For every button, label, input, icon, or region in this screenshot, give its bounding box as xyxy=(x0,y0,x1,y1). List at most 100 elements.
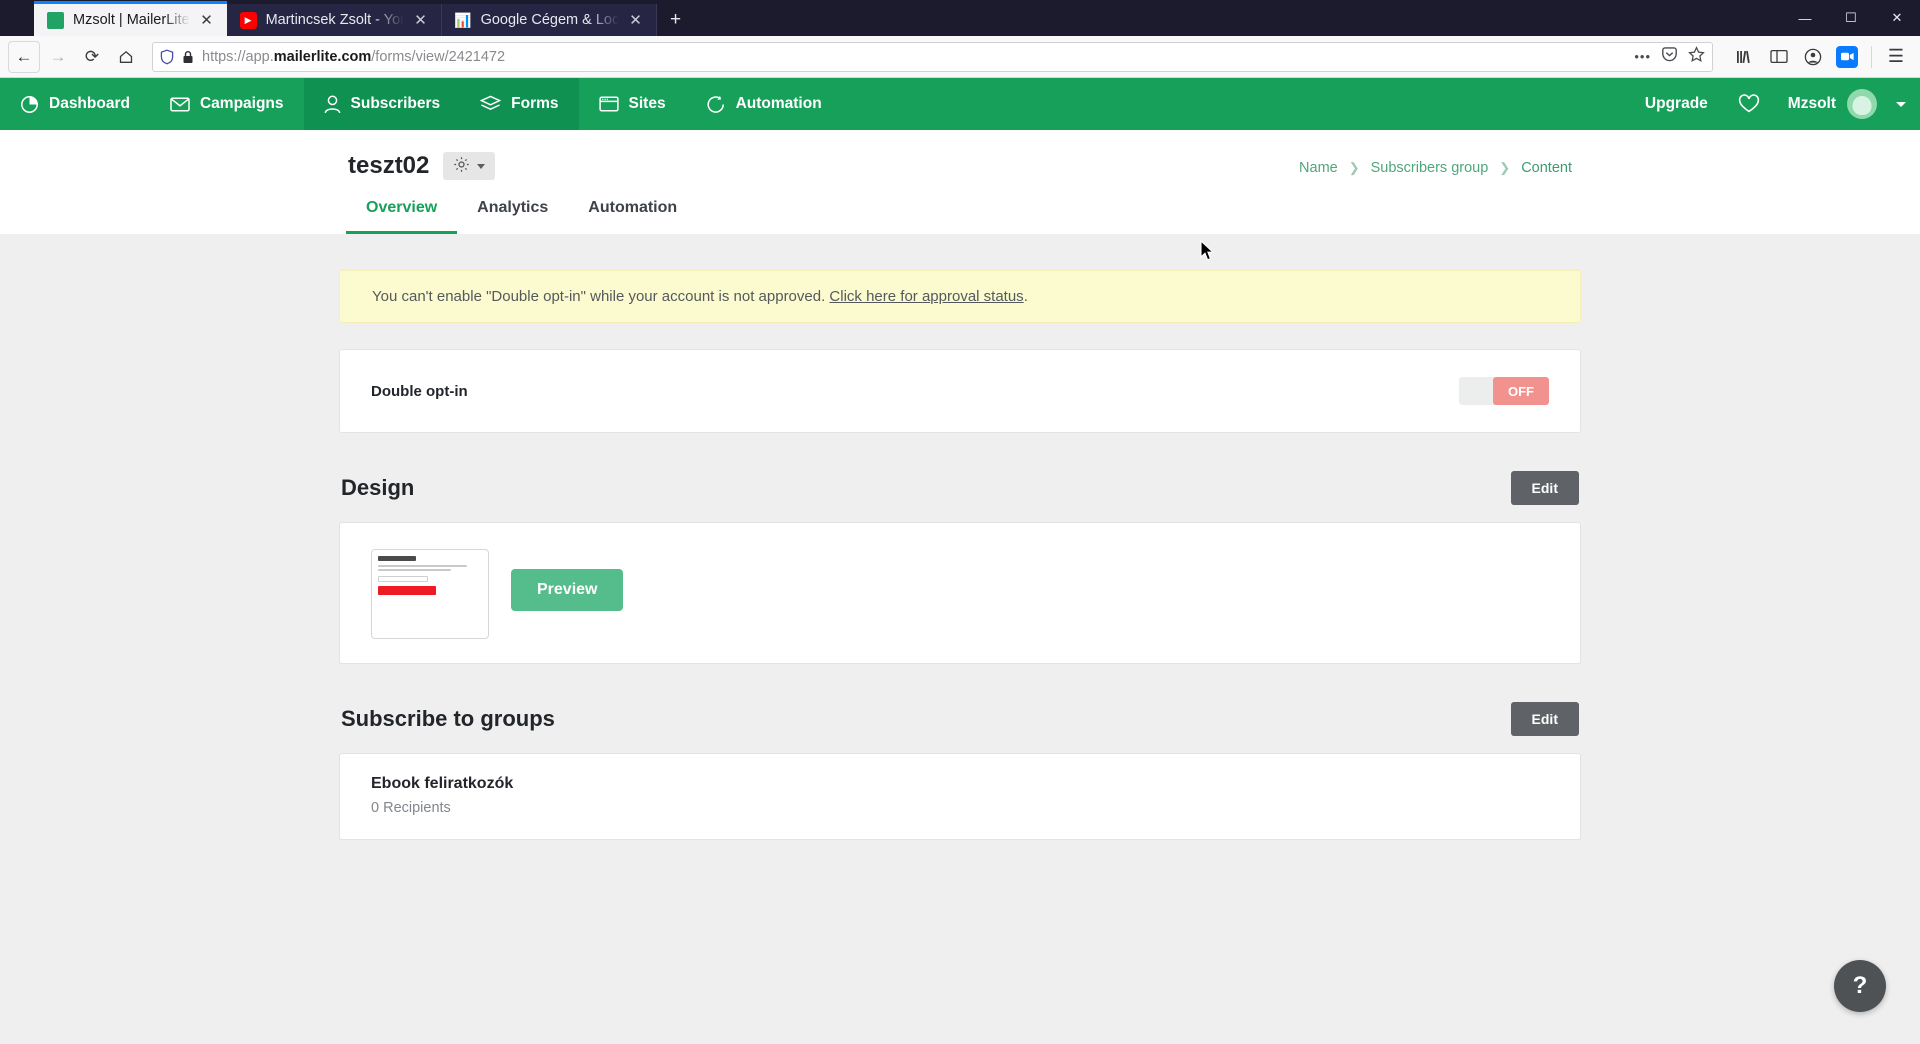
home-icon[interactable] xyxy=(110,41,142,73)
approval-warning-banner: You can't enable "Double opt-in" while y… xyxy=(339,270,1581,323)
form-thumbnail[interactable] xyxy=(371,549,489,639)
browser-tab-2[interactable]: ▶ Martincsek Zsolt - YouTube ✕ xyxy=(226,4,442,36)
nav-item-automation[interactable]: Automation xyxy=(686,78,842,130)
subscribe-groups-edit-button[interactable]: Edit xyxy=(1510,702,1579,736)
tab-automation[interactable]: Automation xyxy=(568,199,697,234)
browser-tab-3[interactable]: 📊 Google Cégem & Local SEO be ✕ xyxy=(441,4,657,36)
browser-titlebar: Mzsolt | MailerLite ✕ ▶ Martincsek Zsolt… xyxy=(0,0,1920,36)
nav-label: Forms xyxy=(511,95,559,112)
maximize-icon[interactable]: ☐ xyxy=(1828,0,1874,36)
nav-item-campaigns[interactable]: Campaigns xyxy=(150,78,304,130)
shield-icon[interactable] xyxy=(160,49,174,65)
nav-label: Sites xyxy=(628,95,666,112)
breadcrumb-item-name[interactable]: Name xyxy=(1299,160,1338,176)
person-icon xyxy=(324,95,341,114)
browser-tab-title: Martincsek Zsolt - YouTube xyxy=(265,12,404,28)
nav-item-subscribers[interactable]: Subscribers xyxy=(303,78,461,130)
url-text: https://app.mailerlite.com/forms/view/24… xyxy=(202,48,506,65)
heart-icon[interactable] xyxy=(1724,94,1774,114)
close-icon[interactable]: ✕ xyxy=(199,12,215,28)
url-bar[interactable]: https://app.mailerlite.com/forms/view/24… xyxy=(152,41,1713,72)
library-icon[interactable] xyxy=(1729,41,1761,73)
main-content: You can't enable "Double opt-in" while y… xyxy=(0,234,1920,840)
nav-label: Dashboard xyxy=(49,95,130,112)
design-section-header: Design Edit xyxy=(339,471,1581,505)
account-icon[interactable] xyxy=(1797,41,1829,73)
double-optin-row: Double opt-in OFF xyxy=(340,350,1580,432)
page-header: teszt02 Name ❯ Subscribers group ❯ Conte… xyxy=(0,130,1920,234)
user-menu[interactable]: Mzsolt xyxy=(1774,89,1906,119)
close-icon[interactable]: ✕ xyxy=(628,12,644,28)
pocket-icon[interactable] xyxy=(1661,46,1678,67)
subscribe-groups-title: Subscribe to groups xyxy=(341,706,555,731)
toolbar-divider xyxy=(1871,45,1872,68)
browser-tabstrip: Mzsolt | MailerLite ✕ ▶ Martincsek Zsolt… xyxy=(0,0,695,36)
thumbnail-cta-button xyxy=(378,586,436,595)
avatar xyxy=(1847,89,1877,119)
breadcrumb: Name ❯ Subscribers group ❯ Content xyxy=(1299,160,1572,176)
design-section-title: Design xyxy=(341,475,415,500)
seo-chart-favicon: 📊 xyxy=(454,11,472,28)
thumbnail-text-line xyxy=(378,569,451,571)
breadcrumb-item-content[interactable]: Content xyxy=(1521,160,1572,176)
group-name: Ebook feliratkozók xyxy=(371,775,514,792)
page-title: teszt02 xyxy=(348,152,430,179)
nav-label: Campaigns xyxy=(199,95,284,112)
lock-icon[interactable] xyxy=(182,50,194,64)
upgrade-button[interactable]: Upgrade xyxy=(1629,95,1724,113)
star-icon[interactable] xyxy=(1688,46,1705,67)
user-name: Mzsolt xyxy=(1787,95,1836,112)
preview-button[interactable]: Preview xyxy=(511,569,624,611)
layers-icon xyxy=(480,95,502,114)
double-optin-card: Double opt-in OFF xyxy=(339,349,1581,433)
browser-tab-1[interactable]: Mzsolt | MailerLite ✕ xyxy=(34,1,227,36)
nav-item-sites[interactable]: Sites xyxy=(579,78,686,130)
gear-icon xyxy=(453,156,470,176)
chevron-right-icon: ❯ xyxy=(1499,160,1511,175)
sidebar-icon[interactable] xyxy=(1763,41,1795,73)
group-card: Ebook feliratkozók 0 Recipients xyxy=(339,753,1581,840)
double-optin-toggle[interactable]: OFF xyxy=(1459,377,1549,405)
browser-toolbar-extras: ☰ xyxy=(1723,41,1912,73)
design-edit-button[interactable]: Edit xyxy=(1510,471,1579,505)
reload-icon[interactable]: ⟳ xyxy=(76,41,108,73)
nav-label: Automation xyxy=(735,95,822,112)
tab-analytics[interactable]: Analytics xyxy=(457,199,568,234)
back-icon[interactable]: ← xyxy=(8,40,40,73)
youtube-favicon: ▶ xyxy=(239,11,257,29)
close-icon[interactable]: ✕ xyxy=(413,12,429,28)
app-nav-right: Upgrade Mzsolt xyxy=(1629,78,1920,130)
thumbnail-input-field xyxy=(378,576,428,582)
url-bar-actions: ••• xyxy=(1634,46,1705,67)
close-window-icon[interactable]: ✕ xyxy=(1874,0,1920,36)
browser-tab-title: Mzsolt | MailerLite xyxy=(73,12,190,28)
chevron-down-icon xyxy=(477,163,486,169)
breadcrumb-item-subscribers-group[interactable]: Subscribers group xyxy=(1371,160,1489,176)
nav-label: Subscribers xyxy=(350,95,441,112)
mailerlite-favicon xyxy=(47,11,64,29)
refresh-arrow-icon xyxy=(706,95,726,114)
new-tab-button[interactable]: + xyxy=(657,4,695,36)
app-nav-items: Dashboard Campaigns Subscribers Forms Si… xyxy=(0,78,842,130)
thumbnail-title-bar xyxy=(378,556,416,561)
tab-overview[interactable]: Overview xyxy=(346,199,458,234)
help-button[interactable]: ? xyxy=(1834,960,1886,1012)
envelope-icon xyxy=(170,96,190,113)
alert-text: You can't enable "Double opt-in" while y… xyxy=(372,288,830,305)
forward-icon[interactable]: → xyxy=(42,41,74,73)
minimize-icon[interactable]: — xyxy=(1782,0,1828,36)
approval-status-link[interactable]: Click here for approval status xyxy=(829,288,1023,305)
chevron-down-icon xyxy=(1896,101,1906,107)
more-actions-icon[interactable]: ••• xyxy=(1634,49,1651,64)
menu-icon[interactable]: ☰ xyxy=(1880,41,1912,73)
dashboard-icon xyxy=(20,95,39,114)
nav-item-forms[interactable]: Forms xyxy=(460,78,579,130)
settings-dropdown-button[interactable] xyxy=(443,152,496,180)
browser-tab-title: Google Cégem & Local SEO be xyxy=(480,12,619,28)
browser-toolbar: ← → ⟳ https://app.mailerlite.com/forms/v… xyxy=(0,36,1920,78)
nav-item-dashboard[interactable]: Dashboard xyxy=(0,78,150,130)
chevron-right-icon: ❯ xyxy=(1348,160,1360,175)
thumbnail-text-line xyxy=(378,565,468,567)
zoom-extension-icon[interactable] xyxy=(1831,41,1863,73)
design-card: Preview xyxy=(339,522,1581,664)
